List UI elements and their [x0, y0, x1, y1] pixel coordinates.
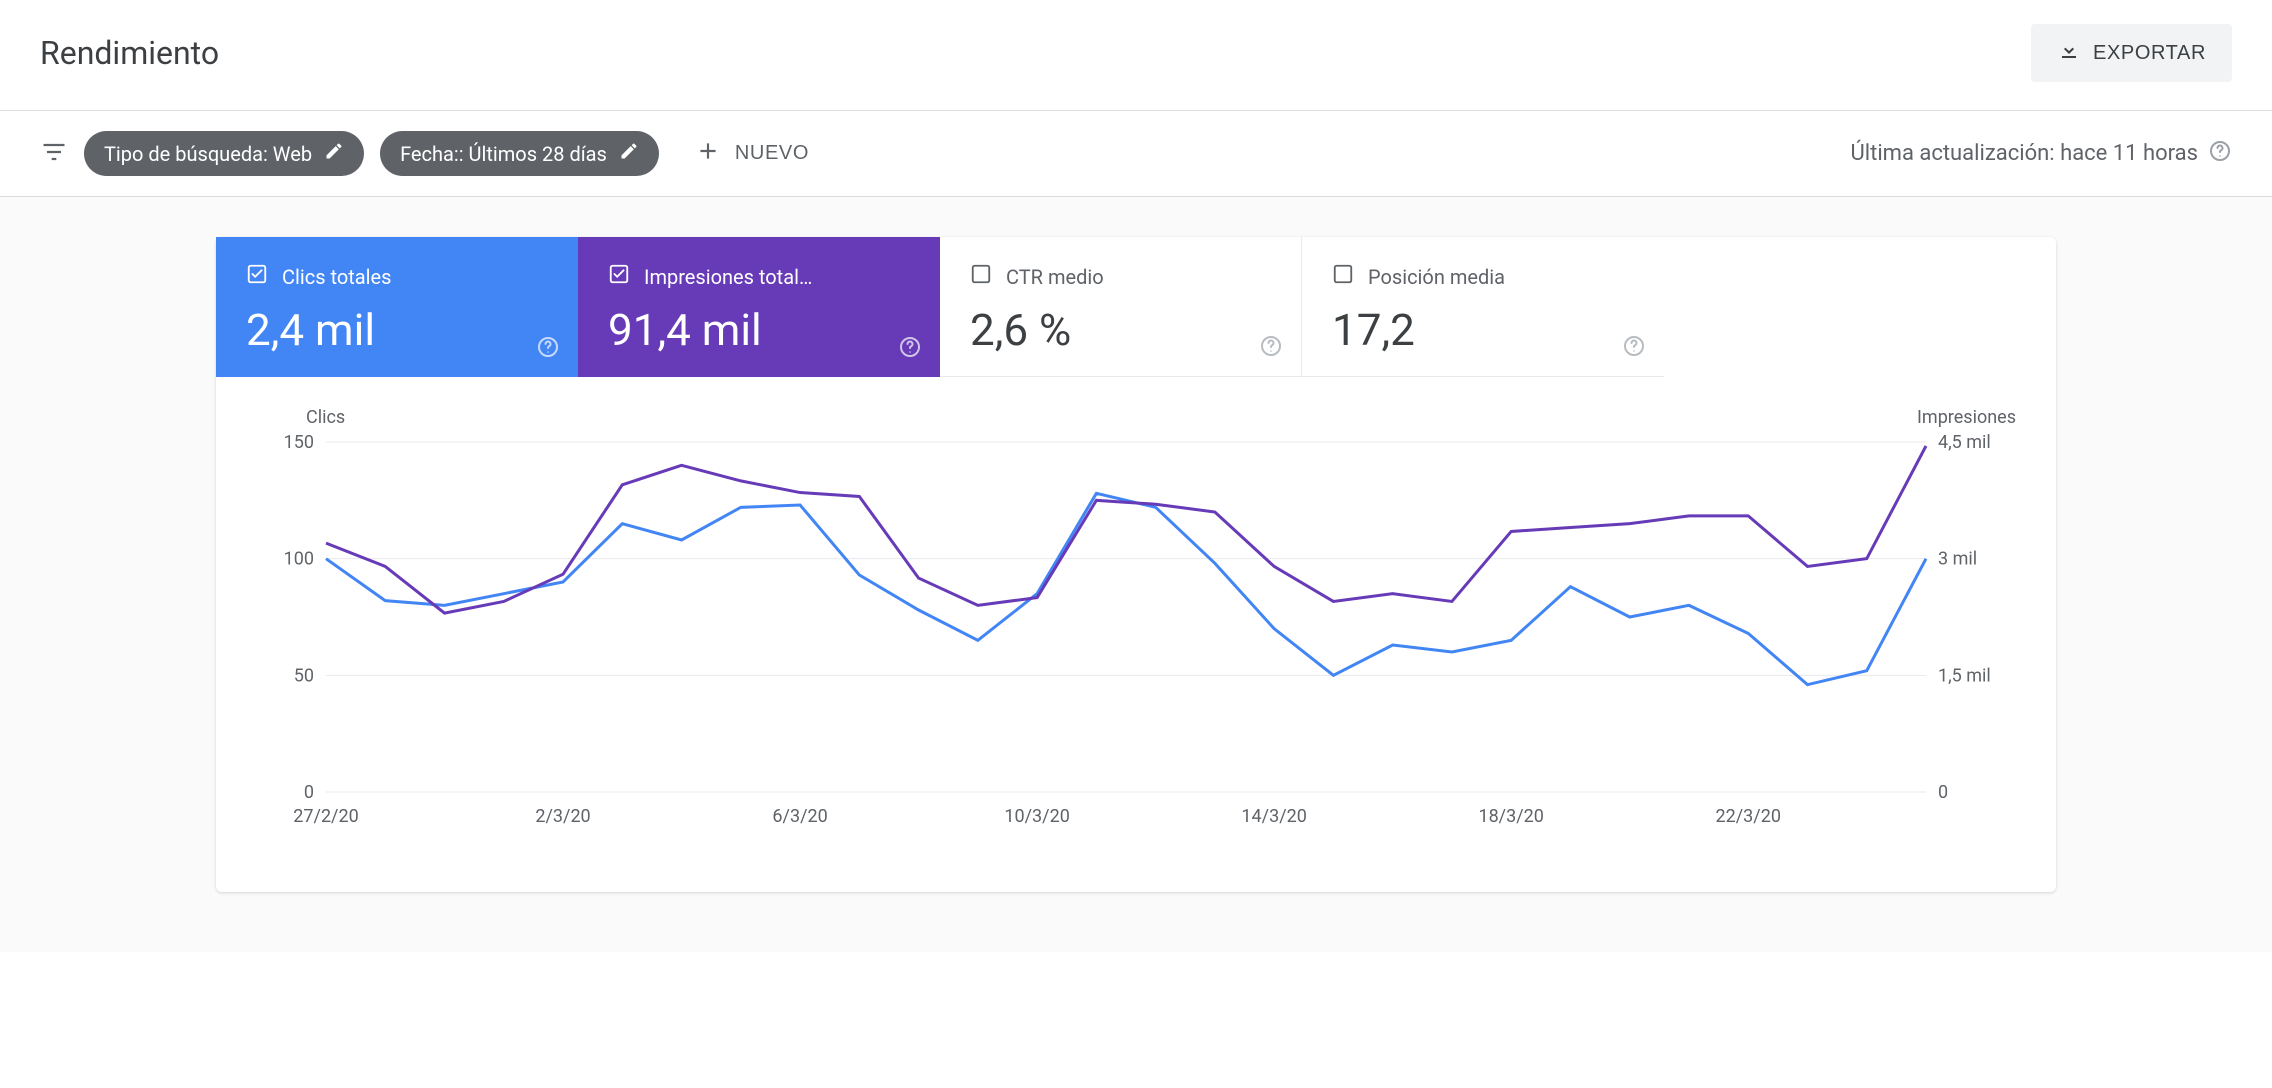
- plus-icon: [695, 138, 721, 170]
- help-icon[interactable]: [898, 335, 922, 363]
- svg-text:0: 0: [1938, 782, 1948, 803]
- content-area: Clics totales 2,4 mil Impresiones total……: [0, 197, 2272, 952]
- checkbox-unchecked-icon: [1332, 263, 1354, 290]
- svg-text:50: 50: [294, 665, 314, 686]
- svg-text:1,5 mil: 1,5 mil: [1938, 665, 1991, 686]
- page-header: Rendimiento EXPORTAR: [0, 0, 2272, 111]
- axis-left-title: Clics: [306, 407, 345, 428]
- svg-text:10/3/20: 10/3/20: [1004, 806, 1069, 827]
- last-updated-text: Última actualización: hace 11 horas: [1851, 141, 2199, 166]
- edit-icon: [324, 141, 344, 166]
- metric-clicks[interactable]: Clics totales 2,4 mil: [216, 237, 578, 377]
- chip-date-label: Fecha:: Últimos 28 días: [400, 142, 607, 166]
- svg-text:4,5 mil: 4,5 mil: [1938, 432, 1991, 453]
- help-icon[interactable]: [536, 335, 560, 363]
- metric-ctr[interactable]: CTR medio 2,6 %: [940, 237, 1302, 377]
- svg-text:22/3/20: 22/3/20: [1716, 806, 1781, 827]
- export-label: EXPORTAR: [2093, 42, 2206, 65]
- filter-icon[interactable]: [40, 138, 68, 170]
- edit-icon: [619, 141, 639, 166]
- svg-text:150: 150: [284, 432, 314, 453]
- svg-text:2/3/20: 2/3/20: [535, 806, 590, 827]
- svg-text:18/3/20: 18/3/20: [1478, 806, 1543, 827]
- metric-row: Clics totales 2,4 mil Impresiones total……: [216, 237, 2056, 377]
- svg-text:14/3/20: 14/3/20: [1241, 806, 1306, 827]
- help-icon[interactable]: [1259, 334, 1283, 362]
- svg-text:100: 100: [284, 549, 314, 570]
- metric-position[interactable]: Posición media 17,2: [1302, 237, 1664, 377]
- svg-text:3 mil: 3 mil: [1938, 549, 1977, 570]
- chip-search-type-label: Tipo de búsqueda: Web: [104, 142, 312, 166]
- metric-position-label: Posición media: [1368, 265, 1505, 289]
- filter-bar: Tipo de búsqueda: Web Fecha:: Últimos 28…: [0, 111, 2272, 197]
- chip-date-range[interactable]: Fecha:: Últimos 28 días: [380, 131, 659, 176]
- svg-text:6/3/20: 6/3/20: [772, 806, 827, 827]
- new-filter-button[interactable]: NUEVO: [695, 138, 809, 170]
- checkbox-checked-icon: [608, 263, 630, 290]
- download-icon: [2057, 38, 2081, 68]
- page-title: Rendimiento: [40, 34, 219, 72]
- metric-position-value: 17,2: [1332, 304, 1634, 356]
- chart-area: Clics Impresiones 0 0 50 1,5 mil 100 3 mil 150…: [216, 377, 2056, 892]
- export-button[interactable]: EXPORTAR: [2031, 24, 2232, 82]
- metric-clicks-label: Clics totales: [282, 265, 391, 289]
- last-updated: Última actualización: hace 11 horas: [1851, 139, 2233, 169]
- performance-chart: 0 0 50 1,5 mil 100 3 mil 150 4,5 mil 27/2/20 2/3/…: [256, 432, 2016, 852]
- svg-text:0: 0: [304, 782, 314, 803]
- help-icon[interactable]: [2208, 139, 2232, 169]
- metric-impressions[interactable]: Impresiones total… 91,4 mil: [578, 237, 940, 377]
- metric-ctr-label: CTR medio: [1006, 265, 1104, 289]
- new-filter-label: NUEVO: [735, 142, 809, 165]
- axis-right-title: Impresiones: [1917, 407, 2016, 428]
- chip-search-type[interactable]: Tipo de búsqueda: Web: [84, 131, 364, 176]
- help-icon[interactable]: [1622, 334, 1646, 362]
- metric-clicks-value: 2,4 mil: [246, 304, 548, 356]
- metric-ctr-value: 2,6 %: [970, 304, 1271, 356]
- checkbox-checked-icon: [246, 263, 268, 290]
- metric-impressions-label: Impresiones total…: [644, 265, 812, 289]
- performance-card: Clics totales 2,4 mil Impresiones total……: [216, 237, 2056, 892]
- checkbox-unchecked-icon: [970, 263, 992, 290]
- svg-text:27/2/20: 27/2/20: [293, 806, 358, 827]
- metric-impressions-value: 91,4 mil: [608, 304, 910, 356]
